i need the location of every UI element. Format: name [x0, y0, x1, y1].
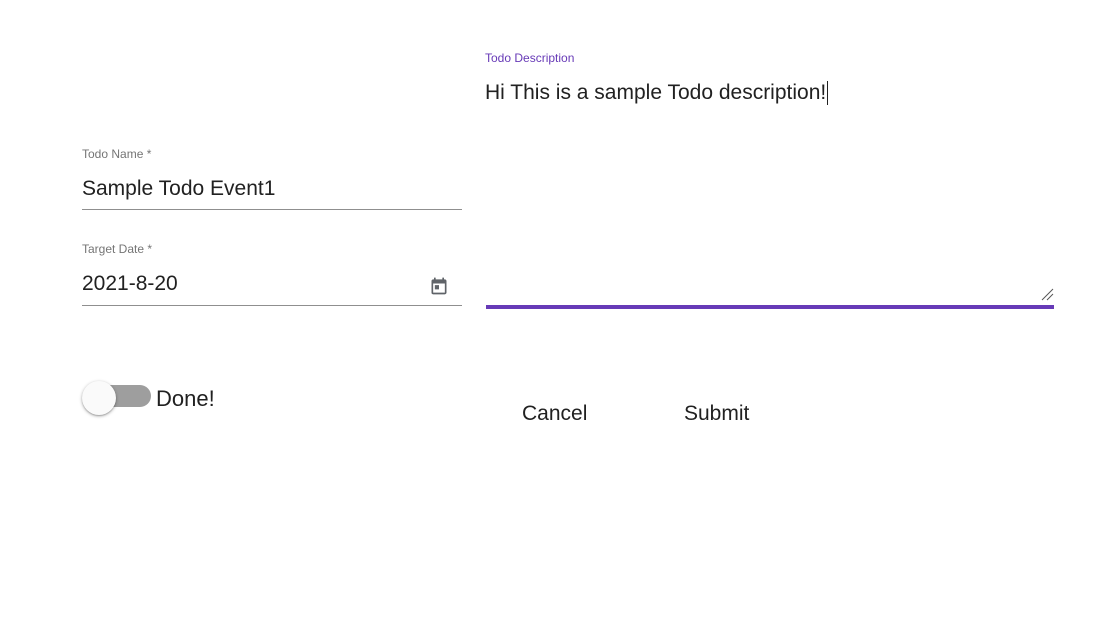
done-label: Done!: [156, 386, 215, 411]
calendar-icon[interactable]: [429, 276, 449, 296]
todo-name-label: Todo Name *: [82, 148, 152, 161]
todo-description-textarea[interactable]: Hi This is a sample Todo description!: [485, 81, 829, 105]
target-date-field[interactable]: Target Date * 2021-8-20: [82, 243, 462, 307]
resize-grip-icon[interactable]: [1040, 287, 1054, 301]
done-switch[interactable]: [82, 381, 152, 415]
todo-description-field[interactable]: Todo Description Hi This is a sample Tod…: [485, 52, 1055, 312]
target-date-underline: [82, 305, 462, 306]
cancel-button[interactable]: Cancel: [522, 402, 587, 426]
todo-name-field[interactable]: Todo Name * Sample Todo Event1: [82, 148, 462, 212]
todo-form: Todo Name * Sample Todo Event1 Target Da…: [0, 0, 1114, 644]
todo-name-underline: [82, 209, 462, 210]
switch-thumb[interactable]: [82, 381, 116, 415]
target-date-input[interactable]: 2021-8-20: [82, 272, 178, 296]
todo-description-label: Todo Description: [485, 52, 575, 65]
todo-description-text: Hi This is a sample Todo description!: [485, 81, 827, 104]
todo-description-underline: [486, 305, 1054, 309]
submit-button[interactable]: Submit: [684, 402, 749, 426]
todo-name-input[interactable]: Sample Todo Event1: [82, 177, 275, 201]
target-date-label: Target Date *: [82, 243, 153, 256]
text-caret: [827, 81, 829, 105]
